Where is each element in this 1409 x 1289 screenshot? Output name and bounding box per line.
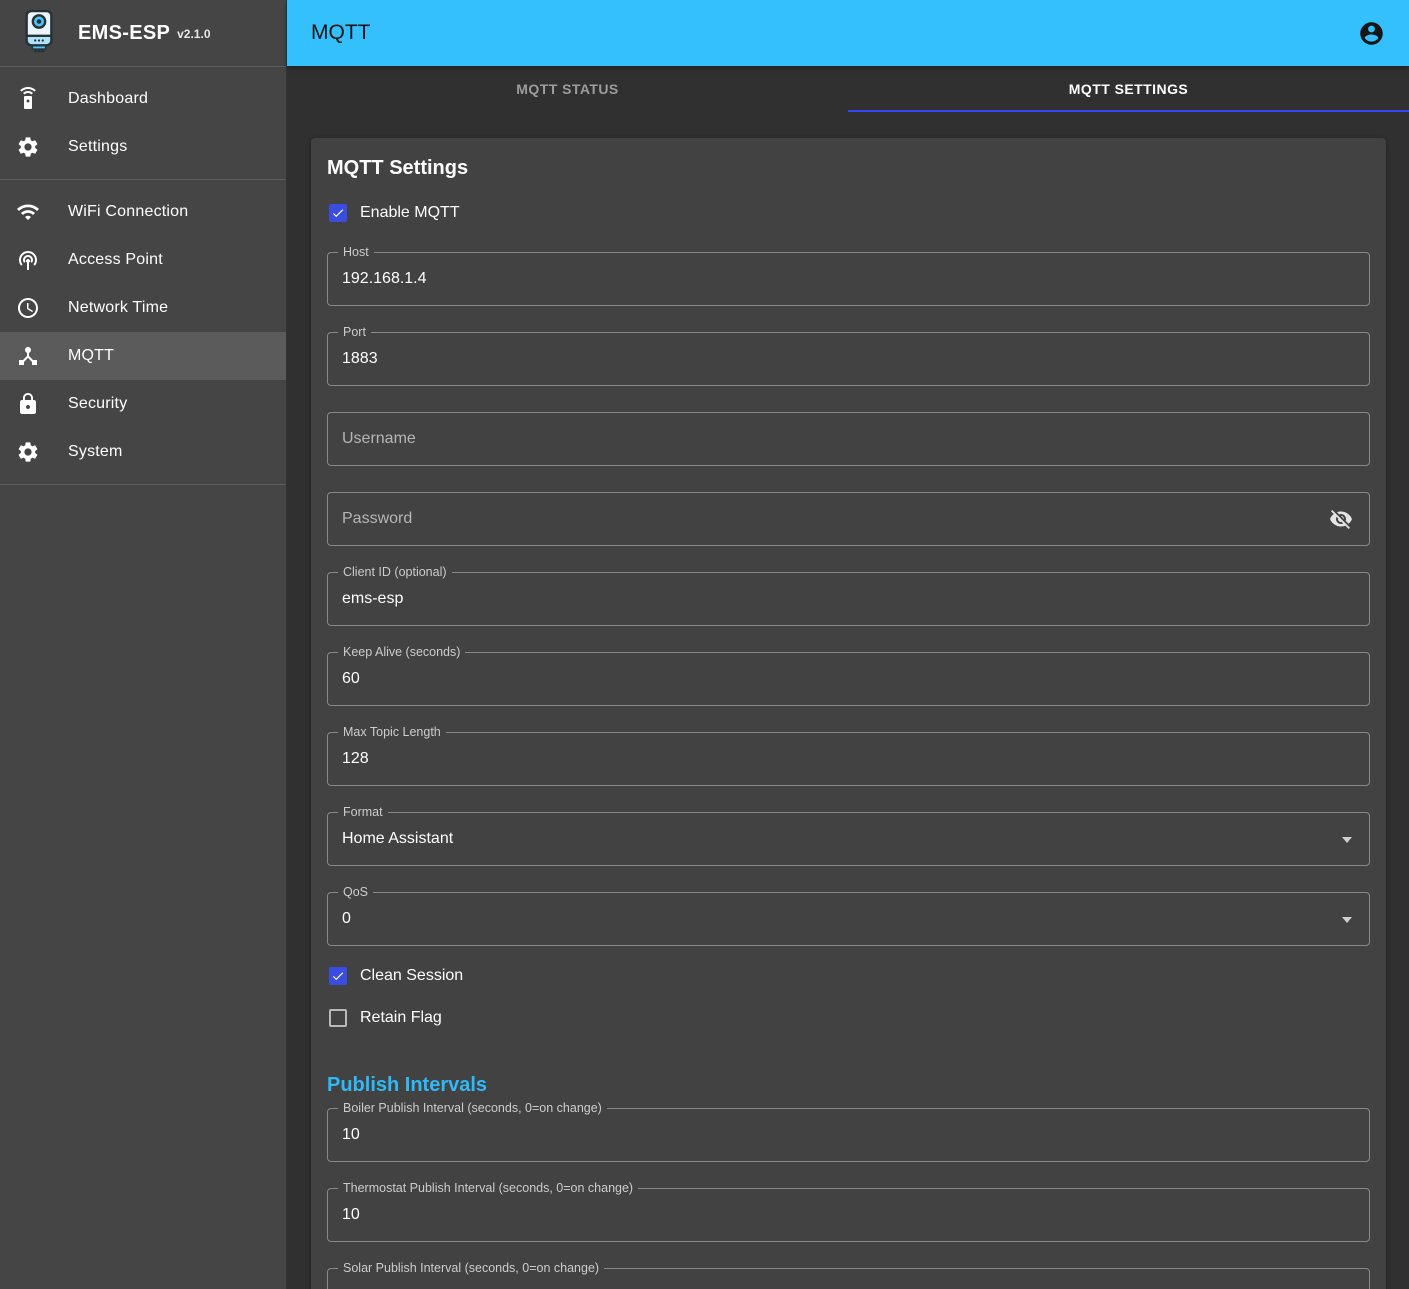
sidebar-item-label: System (68, 443, 123, 461)
qos-label: QoS (338, 884, 373, 901)
keep-alive-label: Keep Alive (seconds) (338, 644, 465, 661)
max-topic-length-label: Max Topic Length (338, 724, 446, 741)
form-heading: MQTT Settings (327, 154, 1370, 182)
sidebar-item-dashboard[interactable]: Dashboard (0, 75, 286, 123)
client-id-input[interactable] (328, 573, 1369, 625)
sidebar-header: EMS-ESP v2.1.0 (0, 0, 286, 66)
sidebar-item-label: MQTT (68, 347, 114, 365)
device-hub-icon (16, 344, 40, 368)
lock-icon (16, 392, 40, 416)
clock-icon (16, 296, 40, 320)
sidebar-item-mqtt[interactable]: MQTT (0, 332, 286, 380)
brand-version: v2.1.0 (177, 27, 210, 41)
retain-flag-row[interactable]: Retain Flag (327, 997, 1370, 1039)
host-field: Host (327, 252, 1370, 306)
format-select[interactable]: Format Home Assistant (327, 812, 1370, 866)
nav-group-network: WiFi Connection Access Point Network Tim… (0, 180, 286, 484)
boiler-publish-interval-label: Boiler Publish Interval (seconds, 0=on c… (338, 1100, 607, 1117)
sidebar-item-label: Network Time (68, 299, 168, 317)
sidebar-item-label: Dashboard (68, 90, 148, 108)
enable-mqtt-checkbox[interactable] (329, 204, 347, 222)
sidebar-item-access-point[interactable]: Access Point (0, 236, 286, 284)
sidebar-item-settings[interactable]: Settings (0, 123, 286, 171)
nav-group-main: Dashboard Settings (0, 67, 286, 179)
content: MQTT Settings Enable MQTT Host Port (287, 112, 1409, 1289)
sidebar: EMS-ESP v2.1.0 Dashboard Settings (0, 0, 287, 1289)
username-field (327, 412, 1370, 466)
sidebar-item-label: Security (68, 395, 127, 413)
enable-mqtt-row[interactable]: Enable MQTT (327, 200, 1370, 226)
toggle-password-visibility-button[interactable] (1321, 499, 1361, 539)
boiler-publish-interval-field: Boiler Publish Interval (seconds, 0=on c… (327, 1108, 1370, 1162)
password-input[interactable] (328, 493, 1369, 545)
max-topic-length-field: Max Topic Length (327, 732, 1370, 786)
host-input[interactable] (328, 253, 1369, 305)
port-field: Port (327, 332, 1370, 386)
host-label: Host (338, 244, 374, 261)
account-button[interactable] (1347, 9, 1395, 57)
check-icon (331, 205, 345, 221)
qos-value: 0 (328, 910, 351, 928)
clean-session-row[interactable]: Clean Session (327, 955, 1370, 997)
solar-publish-interval-field: Solar Publish Interval (seconds, 0=on ch… (327, 1268, 1370, 1289)
thermostat-publish-interval-label: Thermostat Publish Interval (seconds, 0=… (338, 1180, 638, 1197)
sidebar-item-wifi-connection[interactable]: WiFi Connection (0, 188, 286, 236)
client-id-field: Client ID (optional) (327, 572, 1370, 626)
keep-alive-input[interactable] (328, 653, 1369, 705)
client-id-label: Client ID (optional) (338, 564, 452, 581)
sidebar-item-security[interactable]: Security (0, 380, 286, 428)
caret-down-icon (1342, 917, 1352, 923)
water-heater-logo-icon (20, 9, 58, 58)
retain-flag-label: Retain Flag (360, 1009, 442, 1027)
wifi-icon (16, 200, 40, 224)
main-area: MQTT MQTT STATUS MQTT SETTINGS MQTT Sett… (287, 0, 1409, 1289)
username-input[interactable] (328, 413, 1369, 465)
check-icon (331, 968, 345, 984)
port-input[interactable] (328, 333, 1369, 385)
password-field (327, 492, 1370, 546)
clean-session-checkbox[interactable] (329, 967, 347, 985)
tab-mqtt-status[interactable]: MQTT STATUS (287, 66, 848, 112)
brand-name: EMS-ESP (78, 22, 170, 45)
sidebar-item-label: WiFi Connection (68, 203, 188, 221)
mqtt-settings-card: MQTT Settings Enable MQTT Host Port (311, 138, 1386, 1289)
appbar: MQTT (287, 0, 1409, 66)
caret-down-icon (1342, 837, 1352, 843)
thermostat-publish-interval-field: Thermostat Publish Interval (seconds, 0=… (327, 1188, 1370, 1242)
sidebar-item-network-time[interactable]: Network Time (0, 284, 286, 332)
settings-remote-icon (16, 87, 40, 111)
qos-select[interactable]: QoS 0 (327, 892, 1370, 946)
account-circle-icon (1358, 20, 1385, 47)
sidebar-item-label: Settings (68, 138, 127, 156)
visibility-off-icon (1329, 507, 1353, 531)
format-value: Home Assistant (328, 830, 453, 848)
gear-icon (16, 135, 40, 159)
keep-alive-field: Keep Alive (seconds) (327, 652, 1370, 706)
max-topic-length-input[interactable] (328, 733, 1369, 785)
sidebar-item-label: Access Point (68, 251, 163, 269)
clean-session-label: Clean Session (360, 967, 463, 985)
port-label: Port (338, 324, 371, 341)
divider (0, 484, 286, 485)
format-label: Format (338, 804, 388, 821)
gear-icon (16, 440, 40, 464)
sidebar-item-system[interactable]: System (0, 428, 286, 476)
publish-intervals-heading: Publish Intervals (327, 1071, 1370, 1099)
tab-mqtt-settings[interactable]: MQTT SETTINGS (848, 66, 1409, 112)
tab-bar: MQTT STATUS MQTT SETTINGS (287, 66, 1409, 112)
solar-publish-interval-label: Solar Publish Interval (seconds, 0=on ch… (338, 1260, 604, 1277)
page-title: MQTT (311, 21, 1347, 45)
retain-flag-checkbox[interactable] (329, 1009, 347, 1027)
enable-mqtt-label: Enable MQTT (360, 204, 460, 222)
ems-esp-app: EMS-ESP v2.1.0 Dashboard Settings (0, 0, 1409, 1289)
wifi-tethering-icon (16, 248, 40, 272)
